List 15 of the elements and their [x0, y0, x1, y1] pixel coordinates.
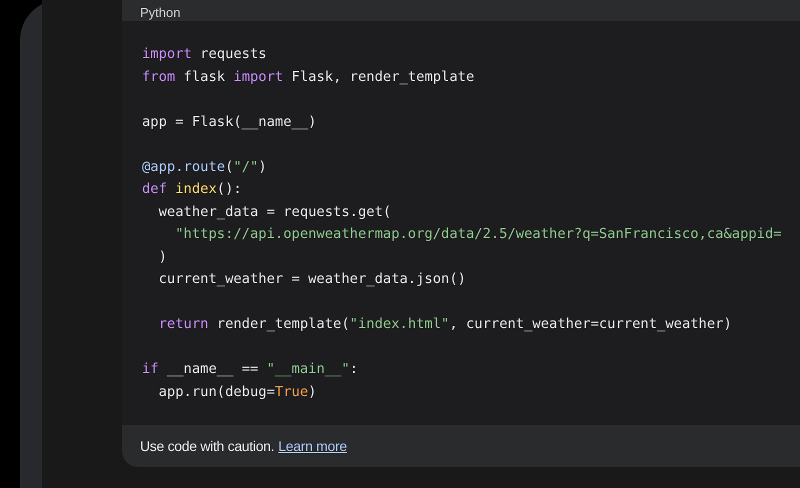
code-line: def index(): [142, 180, 242, 199]
code-line: return render_template("index.html", current_weather=current_weather) [158, 315, 732, 334]
learn-more-link[interactable]: Learn more [278, 438, 347, 454]
code-line: app.run(debug=True) [158, 382, 316, 402]
code-line: @app.route("/") [142, 158, 267, 176]
language-label: Python [140, 5, 180, 21]
code-line: import requests [142, 45, 267, 64]
code-line: "https://api.openweathermap.org/data/2.5/weather?q=SanFrancisco,ca&appid= [174, 225, 782, 244]
code-line: app = Flask(__name__) [142, 112, 316, 132]
code-line: current_weather = weather_data.json() [158, 270, 466, 289]
code-line: from flask import Flask, render_template [142, 68, 474, 86]
code-line: ) [158, 248, 167, 266]
code-line: weather_data = requests.get( [158, 202, 392, 222]
code-line: if __name__ == "__main__": [142, 360, 358, 379]
caution-note: Use code with caution. [140, 438, 274, 454]
